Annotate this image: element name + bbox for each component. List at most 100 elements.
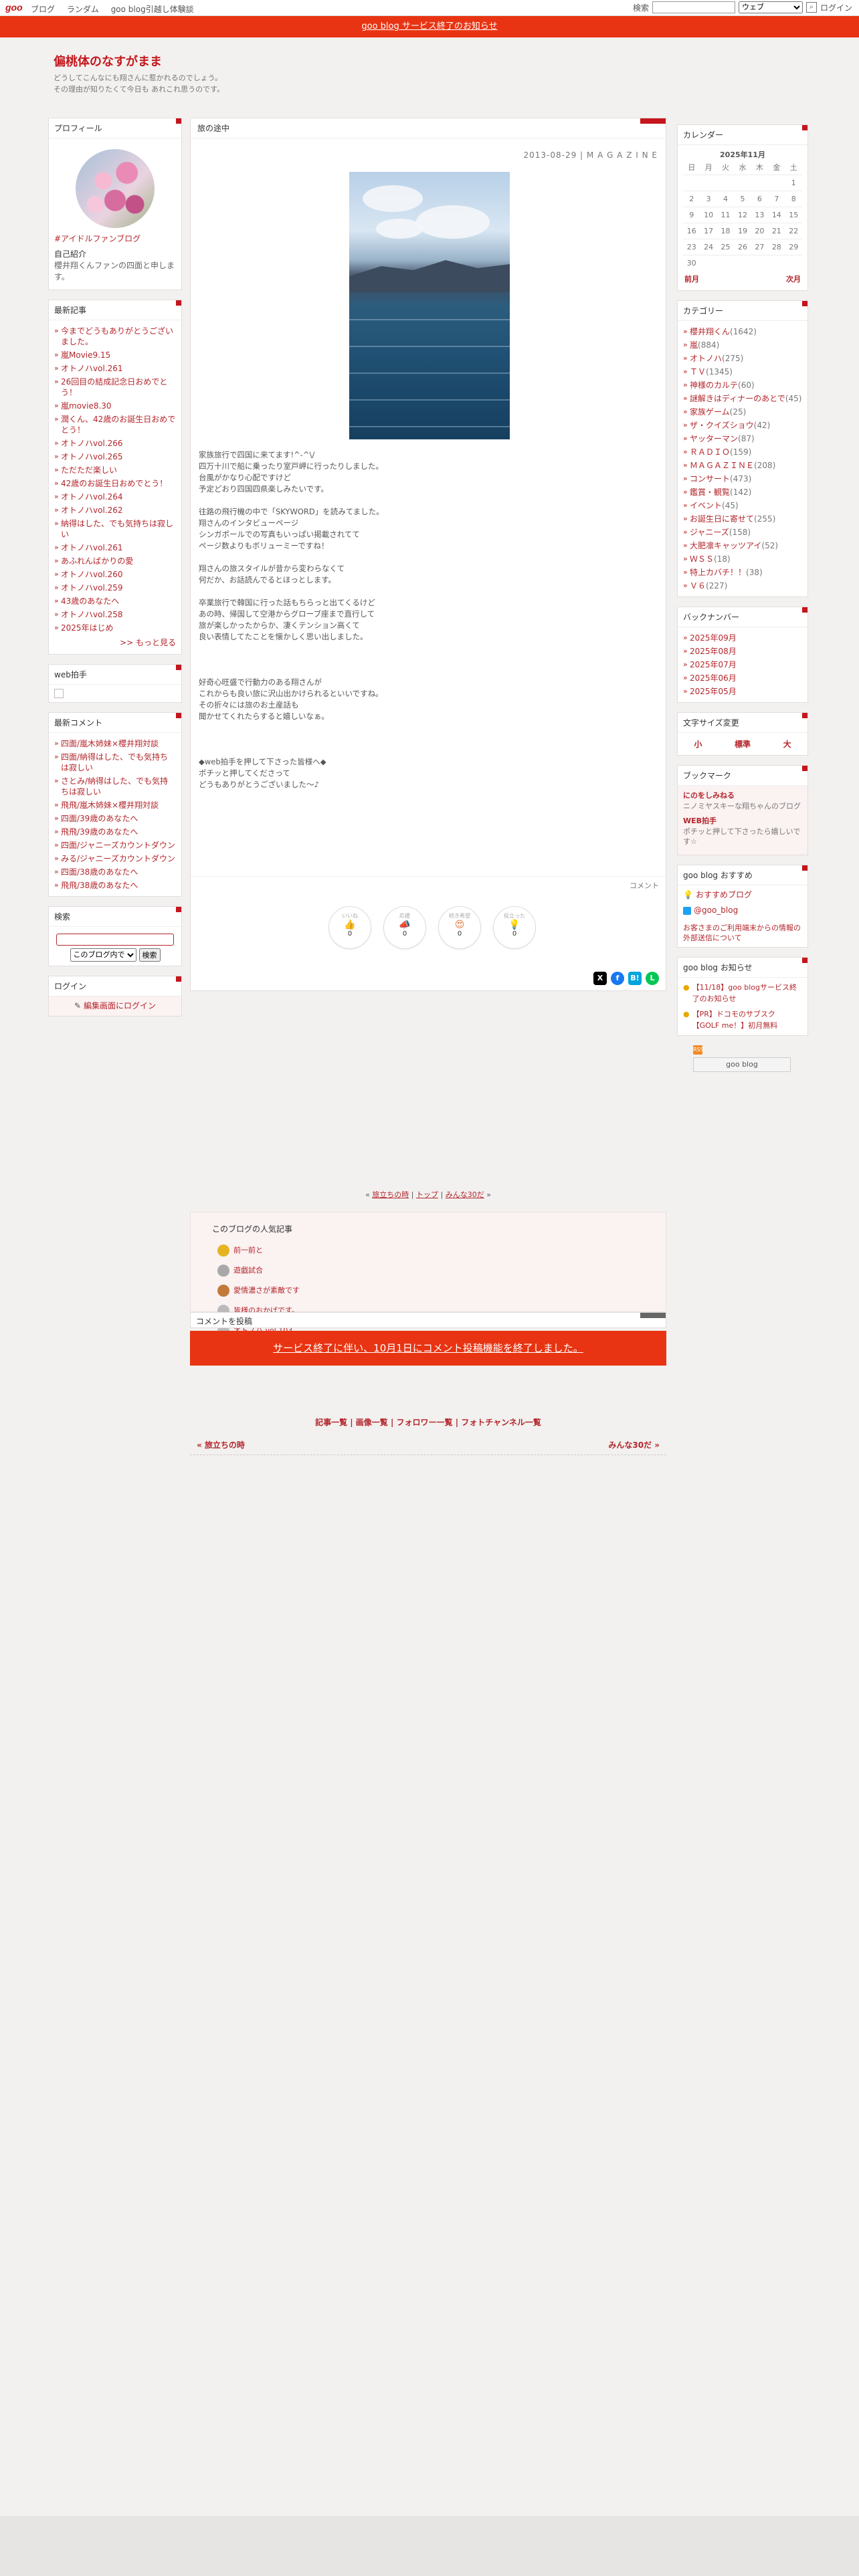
news-link[interactable]: 【PR】ドコモのサブスク【GOLF me！】初月無料 <box>692 1008 802 1031</box>
recent-post-link[interactable]: ただただ楽しい <box>54 463 176 477</box>
popular-post-link[interactable]: 前一前と <box>217 1241 300 1261</box>
category-link[interactable]: 嵐(884) <box>683 338 802 352</box>
goo-logo[interactable]: goo <box>5 2 23 13</box>
goo-blog-twitter-link[interactable]: @goo_blog <box>694 905 738 916</box>
recent-post-link[interactable]: 嵐Movie9.15 <box>54 348 176 362</box>
blog-search-scope[interactable]: このブログ内で <box>70 948 136 962</box>
category-link[interactable]: ＭＡＧＡＺＩＮＥ(208) <box>683 459 802 472</box>
recent-post-link[interactable]: あふれんばかりの愛 <box>54 554 176 568</box>
recent-post-link[interactable]: オトノハvol.258 <box>54 608 176 621</box>
prev-month-link[interactable]: 前月 <box>684 274 699 285</box>
font-medium-button[interactable]: 標準 <box>735 738 751 750</box>
recent-post-link[interactable]: 潤くん、42歳のお誕生日おめでとう！ <box>54 413 176 437</box>
external-transmission-link[interactable]: お客さまのご利用端末からの情報の外部送信について <box>683 923 802 943</box>
backnumber-link[interactable]: 2025年05月 <box>683 685 802 698</box>
recent-comment-link[interactable]: みる/ジャニーズカウントダウン <box>54 852 176 865</box>
category-link[interactable]: お誕生日に寄せて(255) <box>683 512 802 526</box>
category-link[interactable]: 謎解きはディナーのあとで(45) <box>683 392 802 405</box>
category-link[interactable]: Ｖ６(227) <box>683 579 802 593</box>
backnumber-link[interactable]: 2025年09月 <box>683 631 802 645</box>
more-link[interactable]: >> もっと見る <box>54 635 176 650</box>
nav-random[interactable]: ランダム <box>67 5 99 14</box>
recent-post-link[interactable]: オトノハvol.265 <box>54 450 176 463</box>
nav-blog[interactable]: ブログ <box>31 5 55 14</box>
category-link[interactable]: 特上カバチ！！(38) <box>683 566 802 579</box>
category-link[interactable]: コンサート(473) <box>683 472 802 486</box>
category-link[interactable]: ＲＡＤＩＯ(159) <box>683 445 802 459</box>
category-link[interactable]: 鑑賞・観覧(142) <box>683 486 802 499</box>
backnumber-link[interactable]: 2025年08月 <box>683 645 802 658</box>
reaction-button[interactable]: 応援 📣 0 <box>383 906 426 949</box>
prev-article-link[interactable]: « 旅立ちの時 <box>197 1439 245 1451</box>
recent-comment-link[interactable]: さとみ/納得はした、でも気持ちは寂しい <box>54 774 176 798</box>
recent-post-link[interactable]: オトノハvol.261 <box>54 541 176 554</box>
service-end-link[interactable]: goo blog サービス終了のお知らせ <box>361 21 497 31</box>
popular-post-link[interactable]: 遊戯試合 <box>217 1261 300 1281</box>
category-link[interactable]: 大肥凛キャッツアイ(52) <box>683 539 802 552</box>
font-large-button[interactable]: 大 <box>783 738 791 750</box>
category-link[interactable]: イベント(45) <box>683 499 802 512</box>
category-link[interactable]: ＷＳＳ(18) <box>683 552 802 566</box>
prev-post-link[interactable]: 旅立ちの時 <box>372 1190 409 1199</box>
recent-post-link[interactable]: オトノハvol.264 <box>54 490 176 504</box>
category-link[interactable]: ヤッターマン(87) <box>683 432 802 445</box>
bookmark-link[interactable]: WEB拍手 <box>683 815 802 827</box>
recent-post-link[interactable]: 43歳のあなたへ <box>54 595 176 608</box>
recent-post-link[interactable]: 納得はした、でも気持ちは寂しい <box>54 517 176 541</box>
login-link[interactable]: ログイン <box>820 2 852 13</box>
recent-post-link[interactable]: 嵐movie8.30 <box>54 399 176 413</box>
backnumber-link[interactable]: 2025年07月 <box>683 658 802 671</box>
reaction-button[interactable]: いいね 👍 0 <box>328 906 371 949</box>
reaction-button[interactable]: 続き希望 😍 0 <box>438 906 481 949</box>
category-link[interactable]: 家族ゲーム(25) <box>683 405 802 419</box>
category-link[interactable]: オトノハ(275) <box>683 352 802 365</box>
recent-post-link[interactable]: オトノハvol.266 <box>54 437 176 450</box>
blog-search-button[interactable]: 検索 <box>138 948 161 962</box>
popular-post-link[interactable]: 愛情濃さが素敵です <box>217 1281 300 1301</box>
next-article-link[interactable]: みんな30だ » <box>608 1439 660 1451</box>
blog-title[interactable]: 偏桃体のなすがまま <box>54 52 162 70</box>
search-input[interactable] <box>652 1 735 13</box>
recent-comment-link[interactable]: 四面/嵐木姉妹×櫻井翔対談 <box>54 737 176 750</box>
nav-migration[interactable]: goo blog引越し体験談 <box>111 5 194 14</box>
bottom-links[interactable]: 記事一覧 | 画像一覧 | フォロワー一覧 | フォトチャンネル一覧 <box>190 1416 666 1428</box>
recent-comment-link[interactable]: 飛飛/39歳のあなたへ <box>54 825 176 839</box>
search-scope-select[interactable]: ウェブ <box>738 1 803 13</box>
category-link[interactable]: ＴＶ(1345) <box>683 365 802 379</box>
recent-comment-link[interactable]: 飛飛/嵐木姉妹×櫻井翔対談 <box>54 798 176 812</box>
next-post-link[interactable]: みんな30だ <box>446 1190 484 1199</box>
line-share-icon[interactable]: L <box>646 972 659 985</box>
comment-closed-notice[interactable]: サービス終了に伴い、10月1日にコメント投稿機能を終了しました。 <box>190 1331 666 1366</box>
x-share-icon[interactable]: X <box>593 972 607 985</box>
category-link[interactable]: ザ・クイズショウ(42) <box>683 419 802 432</box>
recent-post-link[interactable]: オトノハvol.261 <box>54 362 176 375</box>
edit-login-link[interactable]: 編集画面にログイン <box>84 1001 156 1010</box>
search-icon[interactable]: ⌕ <box>805 2 817 13</box>
recent-comment-link[interactable]: 四面/38歳のあなたへ <box>54 865 176 879</box>
rss-icon[interactable]: RSS <box>693 1045 704 1055</box>
comment-link[interactable]: コメント <box>630 880 659 891</box>
recent-post-link[interactable]: 26回目の結成記念日おめでとう！ <box>54 375 176 399</box>
goo-blog-badge[interactable]: goo blog <box>693 1057 791 1072</box>
profile-link[interactable]: #アイドルファンブログ <box>54 233 176 245</box>
news-link[interactable]: 【11/18】goo blogサービス終了のお知らせ <box>692 982 802 1004</box>
facebook-share-icon[interactable]: f <box>611 972 624 985</box>
bookmark-link[interactable]: にのをしみねる <box>683 790 802 801</box>
hatena-share-icon[interactable]: B! <box>628 972 642 985</box>
recent-post-link[interactable]: オトノハvol.260 <box>54 568 176 581</box>
recent-comment-link[interactable]: 四面/納得はした、でも気持ちは寂しい <box>54 750 176 774</box>
blog-search-input[interactable] <box>56 934 174 946</box>
recent-comment-link[interactable]: 飛飛/38歳のあなたへ <box>54 879 176 892</box>
lake-photo[interactable] <box>349 172 510 439</box>
backnumber-link[interactable]: 2025年06月 <box>683 671 802 685</box>
recent-post-link[interactable]: 今までどうもありがとうございました。 <box>54 324 176 348</box>
font-small-button[interactable]: 小 <box>694 738 702 750</box>
recent-post-link[interactable]: オトノハvol.259 <box>54 581 176 595</box>
recent-post-link[interactable]: 42歳のお誕生日おめでとう！ <box>54 477 176 490</box>
recent-comment-link[interactable]: 四面/39歳のあなたへ <box>54 812 176 825</box>
reaction-button[interactable]: 役立った 💡 0 <box>493 906 536 949</box>
recommend-blog-link[interactable]: おすすめブログ <box>696 889 752 901</box>
category-link[interactable]: ジャニーズ(158) <box>683 526 802 539</box>
next-month-link[interactable]: 次月 <box>786 274 801 285</box>
recent-comment-link[interactable]: 四面/ジャニーズカウントダウン <box>54 839 176 852</box>
